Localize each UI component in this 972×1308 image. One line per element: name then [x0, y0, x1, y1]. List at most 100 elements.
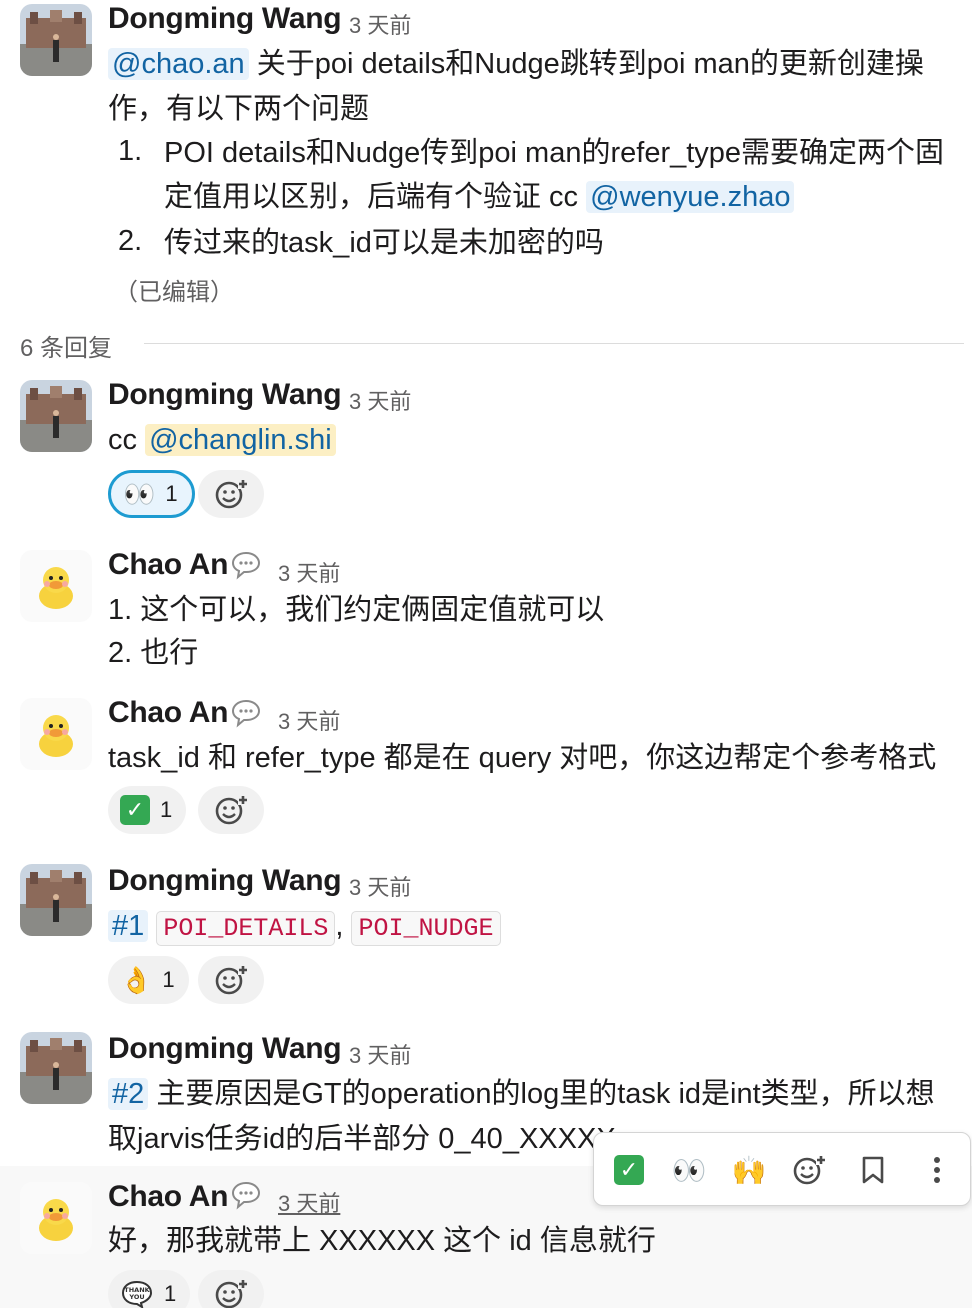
- thank-you-icon: THANK YOU: [121, 1280, 153, 1308]
- timestamp[interactable]: 3 天前: [349, 8, 411, 40]
- add-reaction-button[interactable]: [786, 1147, 832, 1193]
- avatar-chao-an[interactable]: [20, 698, 92, 770]
- list-number: 2.: [118, 225, 143, 257]
- timestamp[interactable]: 3 天前: [278, 704, 340, 736]
- edited-label: （已编辑）: [114, 279, 234, 306]
- author-name[interactable]: Chao An: [108, 696, 228, 730]
- avatar-dongming[interactable]: [20, 864, 92, 936]
- speech-bubble-icon: [231, 1181, 261, 1210]
- message-text: 主要原因是GT的operation的log里的task id是int类型，所以想: [148, 1078, 935, 1110]
- reaction-pill[interactable]: 👌 1: [108, 956, 189, 1004]
- divider: [144, 343, 964, 344]
- timestamp[interactable]: 3 天前: [349, 384, 411, 416]
- inline-code: POI_NUDGE: [351, 911, 501, 946]
- message-line: 2. 也行: [108, 637, 199, 669]
- bookmark-icon: [862, 1156, 884, 1184]
- duck-avatar: [20, 1182, 92, 1254]
- author-name[interactable]: Dongming Wang: [108, 378, 342, 412]
- reply-message: Chao An 3 天前 task_id 和 refer_type 都是在 qu…: [0, 688, 972, 838]
- check-mark-icon: ✓: [120, 795, 150, 825]
- add-reaction-icon: [215, 965, 248, 995]
- add-reaction-icon: [215, 1279, 248, 1308]
- add-reaction-button[interactable]: [198, 786, 264, 834]
- speech-bubble-icon: [231, 551, 261, 580]
- svg-text:YOU: YOU: [128, 1293, 144, 1301]
- avatar-photo: [20, 1032, 92, 1104]
- replies-count: 6 条回复: [20, 335, 113, 362]
- item-reference[interactable]: #1: [108, 910, 149, 942]
- reaction-count: 1: [160, 797, 173, 822]
- save-for-later-button[interactable]: [850, 1147, 896, 1193]
- avatar-dongming[interactable]: [20, 380, 92, 452]
- add-reaction-button[interactable]: [198, 956, 264, 1004]
- reaction-pill[interactable]: ✓ 1: [108, 786, 187, 834]
- avatar-dongming[interactable]: [20, 1032, 92, 1104]
- reply-message: Chao An 3 天前 1. 这个可以，我们约定俩固定值就可以 2. 也行: [0, 540, 972, 680]
- user-mention[interactable]: @changlin.shi: [145, 424, 336, 456]
- author-name[interactable]: Dongming Wang: [108, 864, 342, 898]
- thread-view: Dongming Wang 3 天前 @chao.an 关于poi detail…: [0, 0, 972, 1308]
- root-message: Dongming Wang 3 天前 @chao.an 关于poi detail…: [0, 0, 972, 310]
- message-line: cc @changlin.shi: [108, 418, 336, 462]
- timestamp[interactable]: 3 天前: [349, 1038, 411, 1070]
- add-reaction-button[interactable]: [198, 1270, 264, 1308]
- avatar-chao-an[interactable]: [20, 1182, 92, 1254]
- list-item: POI details和Nudge传到poi man的refer_type需要确…: [164, 137, 945, 169]
- author-name[interactable]: Dongming Wang: [108, 1032, 342, 1066]
- raised-hands-icon: 🙌: [731, 1154, 767, 1186]
- timestamp[interactable]: 3 天前: [278, 556, 340, 588]
- user-mention[interactable]: @chao.an: [108, 48, 249, 80]
- react-eyes-button[interactable]: 👀: [666, 1147, 712, 1193]
- user-mention[interactable]: @wenyue.zhao: [586, 181, 795, 213]
- list-item: 定值用以区别，后端有个验证 cc @wenyue.zhao: [164, 175, 795, 219]
- speech-bubble-icon: [231, 699, 261, 728]
- author-name[interactable]: Chao An: [108, 548, 228, 582]
- add-reaction-button[interactable]: [198, 470, 264, 518]
- duck-avatar: [20, 550, 92, 622]
- eyes-icon: 👀: [123, 479, 156, 509]
- check-mark-icon: ✓: [614, 1155, 644, 1185]
- reaction-pill[interactable]: 👀 1: [108, 470, 195, 518]
- message-line: 作，有以下两个问题: [108, 93, 370, 125]
- avatar-chao-an[interactable]: [20, 550, 92, 622]
- separator: ,: [335, 910, 344, 942]
- avatar-dongming[interactable]: [20, 4, 92, 76]
- message-line: #1 POI_DETAILS, POI_NUDGE: [108, 904, 501, 951]
- message-text: cc: [108, 424, 146, 456]
- list-item: 传过来的task_id可以是未加密的吗: [164, 227, 604, 259]
- reaction-count: 1: [162, 967, 175, 992]
- reply-message: Dongming Wang 3 天前 cc @changlin.shi 👀 1: [0, 372, 972, 522]
- reply-message: Dongming Wang 3 天前 #1 POI_DETAILS, POI_N…: [0, 858, 972, 1008]
- timestamp[interactable]: 3 天前: [349, 870, 411, 902]
- inline-code: POI_DETAILS: [156, 911, 336, 946]
- react-check-button[interactable]: ✓: [606, 1147, 652, 1193]
- author-name[interactable]: Chao An: [108, 1180, 228, 1214]
- reaction-count: 1: [164, 1281, 177, 1306]
- more-actions-button[interactable]: [914, 1147, 960, 1193]
- reaction-pill[interactable]: THANK YOU 1: [108, 1270, 191, 1308]
- list-number: 1.: [118, 135, 143, 167]
- add-reaction-icon: [793, 1155, 826, 1185]
- message-line: @chao.an 关于poi details和Nudge跳转到poi man的更…: [108, 42, 924, 86]
- eyes-icon: 👀: [671, 1154, 707, 1186]
- message-line: 取jarvis任务id的后半部分 0_40_XXXXX: [108, 1123, 616, 1155]
- add-reaction-icon: [215, 479, 248, 509]
- more-actions-icon: [934, 1157, 940, 1183]
- message-line: #2 主要原因是GT的operation的log里的task id是int类型，…: [108, 1072, 935, 1116]
- message-line: 好，那我就带上 XXXXXX 这个 id 信息就行: [108, 1225, 656, 1257]
- message-text: 定值用以区别，后端有个验证 cc: [164, 181, 587, 213]
- avatar-photo: [20, 864, 92, 936]
- message-text: 关于poi details和Nudge跳转到poi man的更新创建操: [248, 48, 924, 80]
- message-line: 1. 这个可以，我们约定俩固定值就可以: [108, 594, 605, 626]
- reaction-count: 1: [165, 481, 178, 506]
- message-line: task_id 和 refer_type 都是在 query 对吧，你这边帮定个…: [108, 742, 937, 774]
- add-reaction-icon: [215, 795, 248, 825]
- item-reference[interactable]: #2: [108, 1078, 149, 1110]
- duck-avatar: [20, 698, 92, 770]
- timestamp[interactable]: 3 天前: [278, 1186, 340, 1218]
- ok-hand-icon: 👌: [120, 965, 153, 995]
- avatar-photo: [20, 380, 92, 452]
- message-actions-toolbar: ✓ 👀 🙌: [593, 1132, 971, 1206]
- react-raised-hands-button[interactable]: 🙌: [726, 1147, 772, 1193]
- author-name[interactable]: Dongming Wang: [108, 2, 342, 36]
